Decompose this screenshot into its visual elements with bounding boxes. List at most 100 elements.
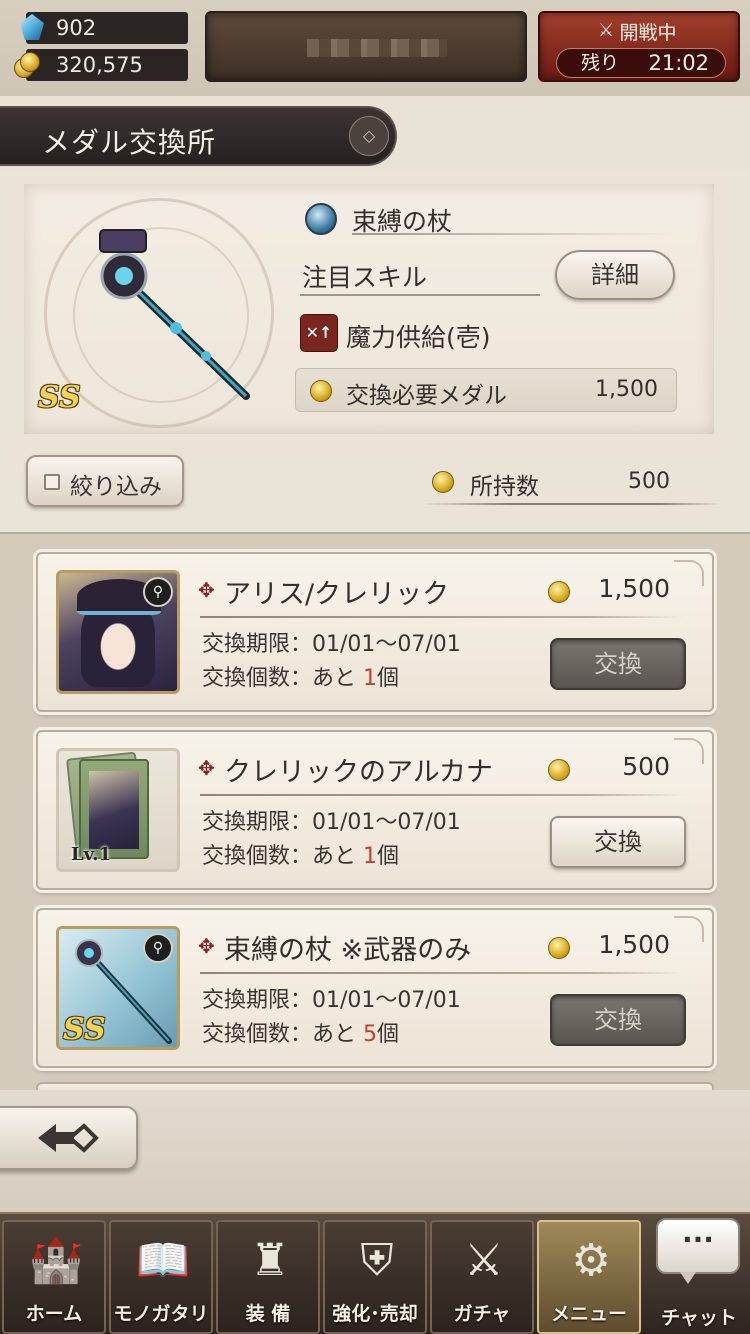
exchange-count: 交換個数：あと 1個 — [202, 838, 399, 870]
castle-icon: 🏰 — [28, 1235, 84, 1286]
list-item: Lv.1 ✥ クレリックのアルカナ 500 交換期限：01/01〜07/01 交… — [36, 730, 714, 890]
nav-tab-equipment[interactable]: ♜ 装 備 — [216, 1220, 320, 1334]
exchange-period: 交換期限：01/01〜07/01 — [202, 632, 461, 657]
item-cost: 1,500 — [598, 574, 670, 603]
crystal-icon — [20, 14, 44, 40]
count-suffix: 個 — [377, 666, 400, 691]
count-number: 5 — [363, 1022, 378, 1047]
diamond-bullet-icon: ✥ — [198, 756, 215, 780]
battle-timer: 残り 21:02 — [556, 48, 726, 78]
item-cost: 500 — [622, 752, 670, 781]
count-suffix: 個 — [377, 1022, 400, 1047]
exchange-period: 交換期限：01/01〜07/01 — [202, 810, 461, 835]
nav-tab-home[interactable]: 🏰 ホーム — [2, 1220, 106, 1334]
rarity-badge: SS — [63, 1012, 106, 1047]
nav-tab-story[interactable]: 📖 モノガタリ — [109, 1220, 213, 1334]
diamond-bullet-icon: ✥ — [198, 578, 215, 602]
rarity-badge: SS — [38, 380, 81, 415]
staff-class-icon: ⚲ — [143, 577, 173, 607]
back-arrow-icon — [38, 1123, 99, 1153]
arcana-card-thumbnail[interactable]: Lv.1 — [56, 748, 180, 872]
exchange-button[interactable]: 交換 — [550, 816, 686, 868]
item-title: クレリックのアルカナ — [224, 757, 493, 788]
skill-name: 魔力供給(壱) — [346, 323, 491, 352]
page-title-bar: メダル交換所 ◇ — [0, 106, 397, 166]
featured-skill-label: 注目スキル — [302, 263, 428, 292]
divider — [420, 503, 720, 505]
filter-label: 絞り込み — [70, 474, 162, 500]
nav-label: メニュー — [550, 1303, 627, 1325]
divider — [200, 794, 684, 796]
coin-count: 320,575 — [56, 53, 143, 77]
exchange-count: 交換個数：あと 1個 — [202, 660, 399, 692]
mannequin-icon: ♜ — [250, 1235, 290, 1286]
nav-label: ホーム — [25, 1303, 83, 1325]
nav-tab-enhance-sell[interactable]: ⛨ 強化･売却 — [323, 1220, 427, 1334]
exchange-button[interactable]: 交換 — [550, 638, 686, 690]
exchange-button[interactable]: 交換 — [550, 994, 686, 1046]
lower-panel — [0, 1090, 750, 1212]
diamond-bullet-icon: ✥ — [198, 934, 215, 958]
count-prefix: 交換個数：あと — [202, 666, 357, 691]
corner-ornament — [674, 560, 704, 586]
sort-button[interactable]: ◇ — [349, 116, 389, 156]
gears-icon: ⚙ — [571, 1235, 611, 1286]
item-title: アリス/クレリック — [224, 579, 450, 610]
medal-icon — [432, 471, 454, 493]
page-title: メダル交換所 — [42, 126, 217, 159]
censored-name — [307, 39, 447, 57]
nav-tab-gacha[interactable]: ⚔ ガチャ — [430, 1220, 534, 1334]
list-item: ⚲ SS ✥ 束縛の杖 ※武器のみ 1,500 交換期限：01/01〜07/01… — [36, 908, 714, 1068]
gem-count: 902 — [56, 16, 97, 40]
battle-status-panel[interactable]: ⚔ 開戦中 残り 21:02 — [538, 11, 740, 82]
back-button[interactable] — [0, 1106, 138, 1170]
count-prefix: 交換個数：あと — [202, 844, 357, 869]
corner-ornament — [674, 916, 704, 942]
staff-weapon-image — [99, 229, 250, 400]
weapon-thumbnail[interactable]: ⚲ SS — [56, 926, 180, 1050]
nav-label: ガチャ — [453, 1303, 511, 1325]
coin-counter: 320,575 — [14, 49, 188, 81]
top-status-bar: 902 320,575 ⚔ 開戦中 残り 21:02 — [0, 0, 750, 96]
coins-icon — [14, 50, 44, 80]
medal-icon — [310, 380, 332, 402]
nav-tab-menu[interactable]: ⚙ メニュー — [537, 1220, 641, 1334]
helmet-icon: ⛨ — [360, 1235, 394, 1286]
water-element-icon — [305, 203, 337, 235]
count-number: 1 — [363, 844, 378, 869]
medal-cost-label: 交換必要メダル — [346, 383, 507, 409]
battle-time: 21:02 — [648, 51, 709, 75]
staff-class-icon: ⚲ — [143, 933, 173, 963]
divider — [200, 616, 684, 618]
medal-icon — [548, 759, 570, 781]
chat-button[interactable]: ··· チャット — [648, 1214, 750, 1334]
sort-arrows-icon: ◇ — [362, 126, 376, 145]
exchange-period: 交換期限：01/01〜07/01 — [202, 988, 461, 1013]
medal-cost-row: 交換必要メダル 1,500 — [295, 368, 677, 412]
count-number: 1 — [363, 666, 378, 691]
nav-label: モノガタリ — [113, 1303, 209, 1325]
crossed-swords-icon: ⚔ — [464, 1235, 504, 1286]
count-prefix: 交換個数：あと — [202, 1022, 357, 1047]
list-item: ⚲ ✥ アリス/クレリック 1,500 交換期限：01/01〜07/01 交換個… — [36, 552, 714, 712]
player-name-plate[interactable] — [205, 11, 527, 82]
character-thumbnail[interactable]: ⚲ — [56, 570, 180, 694]
detail-button[interactable]: 詳細 — [555, 250, 675, 300]
nav-label: チャット — [661, 1307, 737, 1329]
medal-icon — [548, 581, 570, 603]
medal-cost-value: 1,500 — [595, 377, 658, 402]
nav-label: 強化･売却 — [332, 1303, 418, 1325]
exchange-item-list[interactable]: ⚲ ✥ アリス/クレリック 1,500 交換期限：01/01〜07/01 交換個… — [0, 532, 750, 1102]
nav-label: 装 備 — [245, 1303, 291, 1325]
book-icon: 📖 — [135, 1235, 191, 1286]
chat-bubble-icon: ··· — [656, 1218, 740, 1284]
battle-remaining-label: 残り — [581, 52, 620, 74]
medal-icon — [548, 937, 570, 959]
filter-button[interactable]: 絞り込み — [26, 455, 184, 507]
skill-icon: ✕↑ — [300, 314, 338, 352]
divider — [200, 972, 684, 974]
item-cost: 1,500 — [598, 930, 670, 959]
gem-counter: 902 — [20, 12, 188, 44]
exchange-count: 交換個数：あと 5個 — [202, 1016, 399, 1048]
owned-value: 500 — [628, 469, 670, 494]
